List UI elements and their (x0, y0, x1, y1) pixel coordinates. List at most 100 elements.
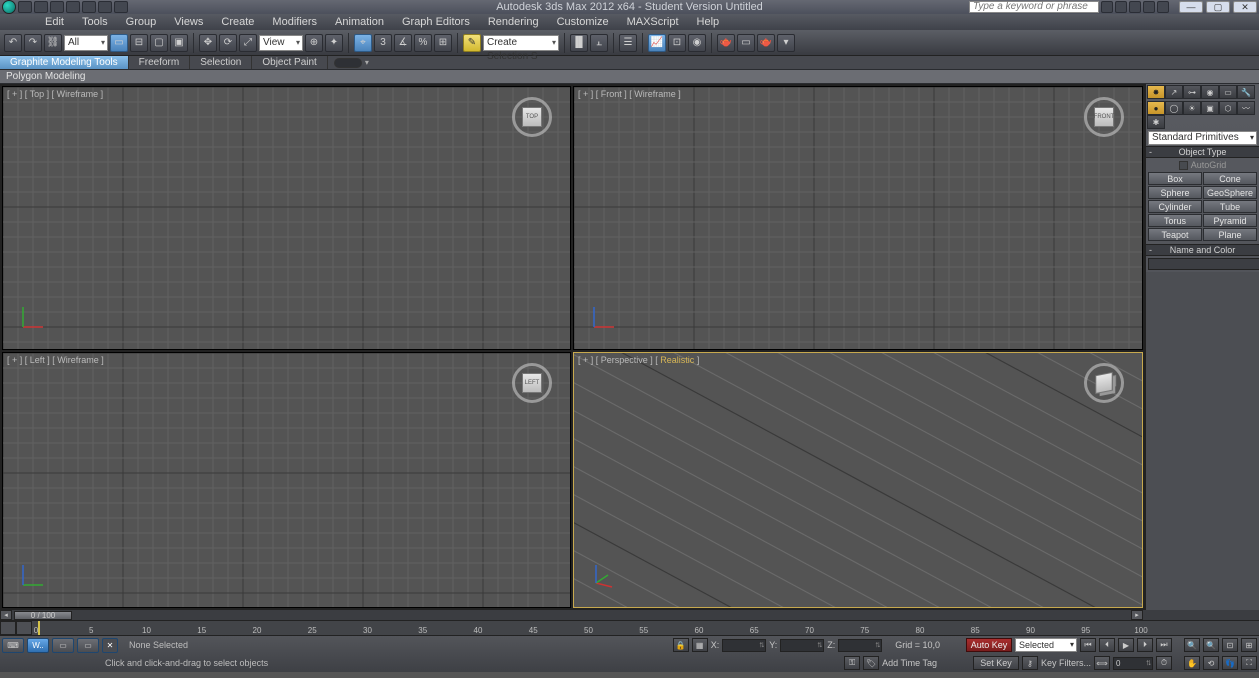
tab-modify[interactable]: ↗ (1165, 85, 1183, 99)
primitive-category-combo[interactable]: Standard Primitives (1148, 131, 1257, 145)
pan-button[interactable]: ✋ (1184, 656, 1200, 670)
qat-save[interactable] (50, 1, 64, 13)
move-button[interactable]: ✥ (199, 34, 217, 52)
coord-y[interactable] (780, 639, 824, 652)
subscription-icon[interactable] (1115, 1, 1127, 13)
percent-snap-button[interactable]: ∡ (394, 34, 412, 52)
pivot-button[interactable]: ⊕ (305, 34, 323, 52)
viewcube-front[interactable]: FRONT (1084, 97, 1124, 137)
select-manipulate-button[interactable]: ✦ (325, 34, 343, 52)
align-button[interactable]: ⫠ (590, 34, 608, 52)
zoom-button[interactable]: 🔍 (1184, 638, 1200, 652)
play-button[interactable]: ▶ (1118, 638, 1134, 652)
object-name-input[interactable] (1148, 258, 1259, 270)
ribbon-tab-selection[interactable]: Selection (190, 56, 252, 69)
ribbon-tab-graphite[interactable]: Graphite Modeling Tools (0, 56, 129, 69)
viewport-perspective[interactable]: [ + ] [ Perspective ] [ Realistic ] (573, 352, 1143, 608)
render-dropdown-button[interactable]: ▾ (777, 34, 795, 52)
timetag-icon[interactable]: 🏷 (863, 656, 879, 670)
tab-motion[interactable]: ◉ (1201, 85, 1219, 99)
btn-geosphere[interactable]: GeoSphere (1203, 186, 1257, 199)
isolate-button[interactable]: ▦ (692, 638, 708, 652)
cat-systems[interactable]: ✱ (1147, 115, 1165, 129)
timeslider-next[interactable]: ▸ (1131, 610, 1143, 620)
select-object-button[interactable]: ▭ (110, 34, 128, 52)
layers-button[interactable]: ☰ (619, 34, 637, 52)
selection-filter-combo[interactable]: All (64, 35, 108, 51)
render-frame-button[interactable]: ▭ (737, 34, 755, 52)
qat-redo[interactable] (82, 1, 96, 13)
lock-selection[interactable]: 🔒 (673, 638, 689, 652)
mirror-button[interactable]: ▐▌ (570, 34, 588, 52)
select-region-button[interactable]: ▢ (150, 34, 168, 52)
viewport-label-top[interactable]: [ + ] [ Top ] [ Wireframe ] (7, 89, 103, 99)
track-bar[interactable]: 0510152025303540455055606570758085909510… (0, 620, 1259, 635)
walk-button[interactable]: 👣 (1222, 656, 1238, 670)
add-time-tag[interactable]: Add Time Tag (882, 658, 937, 668)
task-close[interactable]: ✕ (102, 638, 118, 653)
minimize-button[interactable]: — (1179, 1, 1203, 13)
rollout-object-type[interactable]: Object Type (1146, 146, 1259, 158)
time-slider[interactable]: ◂ 0 / 100 ▸ (0, 610, 1259, 620)
ribbon-tab-freeform[interactable]: Freeform (129, 56, 191, 69)
app-icon[interactable] (2, 0, 16, 14)
qat-project[interactable] (98, 1, 112, 13)
redo-button[interactable]: ↷ (24, 34, 42, 52)
scale-button[interactable]: ⤢ (239, 34, 257, 52)
named-selection-combo[interactable]: Create Selection S (483, 35, 559, 51)
tab-create[interactable]: ✸ (1147, 85, 1165, 99)
undo-button[interactable]: ↶ (4, 34, 22, 52)
exchange-icon[interactable] (1129, 1, 1141, 13)
schematic-button[interactable]: ⊡ (668, 34, 686, 52)
qat-new[interactable] (18, 1, 32, 13)
setkey-button[interactable]: Set Key (973, 656, 1019, 670)
curve-editor-button[interactable]: 📈 (648, 34, 666, 52)
viewport-top[interactable]: [ + ] [ Top ] [ Wireframe ] TOP (2, 86, 571, 350)
cat-spacewarps[interactable]: 〰 (1237, 101, 1255, 115)
cat-geometry[interactable]: ● (1147, 101, 1165, 115)
zoom-extents-button[interactable]: ⊡ (1222, 638, 1238, 652)
timeconfig-key[interactable]: ⚿ (844, 656, 860, 670)
btn-teapot[interactable]: Teapot (1148, 228, 1202, 241)
cat-lights[interactable]: ☀ (1183, 101, 1201, 115)
rollout-name-color[interactable]: Name and Color (1146, 244, 1259, 256)
prev-frame[interactable]: ⏴ (1099, 638, 1115, 652)
cat-shapes[interactable]: ◯ (1165, 101, 1183, 115)
viewcube-top[interactable]: TOP (512, 97, 552, 137)
cat-helpers[interactable]: ⬡ (1219, 101, 1237, 115)
favorites-icon[interactable] (1143, 1, 1155, 13)
trackbar-opencurve[interactable] (0, 621, 16, 635)
btn-plane[interactable]: Plane (1203, 228, 1257, 241)
timeslider-prev[interactable]: ◂ (0, 610, 12, 620)
help-icon[interactable] (1157, 1, 1169, 13)
search-icon[interactable] (1101, 1, 1113, 13)
menu-edit[interactable]: Edit (36, 16, 73, 28)
task-3[interactable]: ▭ (77, 638, 99, 653)
viewcube-left[interactable]: LEFT (512, 363, 552, 403)
keyfilters-icon[interactable]: ⚷ (1022, 656, 1038, 670)
named-selection-icon[interactable]: ✎ (463, 34, 481, 52)
tab-utilities[interactable]: 🔧 (1237, 85, 1255, 99)
link-button[interactable]: ⛓ (44, 34, 62, 52)
menu-modifiers[interactable]: Modifiers (263, 16, 326, 28)
btn-cylinder[interactable]: Cylinder (1148, 200, 1202, 213)
zoom-extents-all-button[interactable]: ⊞ (1241, 638, 1257, 652)
zoom-all-button[interactable]: 🔍 (1203, 638, 1219, 652)
viewport-left[interactable]: [ + ] [ Left ] [ Wireframe ] LEFT (2, 352, 571, 608)
cat-cameras[interactable]: ▣ (1201, 101, 1219, 115)
spinner-snap-button[interactable]: % (414, 34, 432, 52)
maximize-viewport-button[interactable]: ⛶ (1241, 656, 1257, 670)
timeline-mode[interactable]: ⟺ (1094, 656, 1110, 670)
ribbon-tab-objectpaint[interactable]: Object Paint (252, 56, 327, 69)
menu-help[interactable]: Help (688, 16, 729, 28)
ref-coord-combo[interactable]: View (259, 35, 303, 51)
btn-tube[interactable]: Tube (1203, 200, 1257, 213)
viewport-label-front[interactable]: [ + ] [ Front ] [ Wireframe ] (578, 89, 681, 99)
ribbon-minimize-toggle[interactable] (334, 58, 362, 68)
btn-sphere[interactable]: Sphere (1148, 186, 1202, 199)
select-name-button[interactable]: ⊟ (130, 34, 148, 52)
tab-hierarchy[interactable]: ⊶ (1183, 85, 1201, 99)
trackbar-filter[interactable] (16, 621, 32, 635)
btn-cone[interactable]: Cone (1203, 172, 1257, 185)
close-button[interactable]: ✕ (1233, 1, 1257, 13)
